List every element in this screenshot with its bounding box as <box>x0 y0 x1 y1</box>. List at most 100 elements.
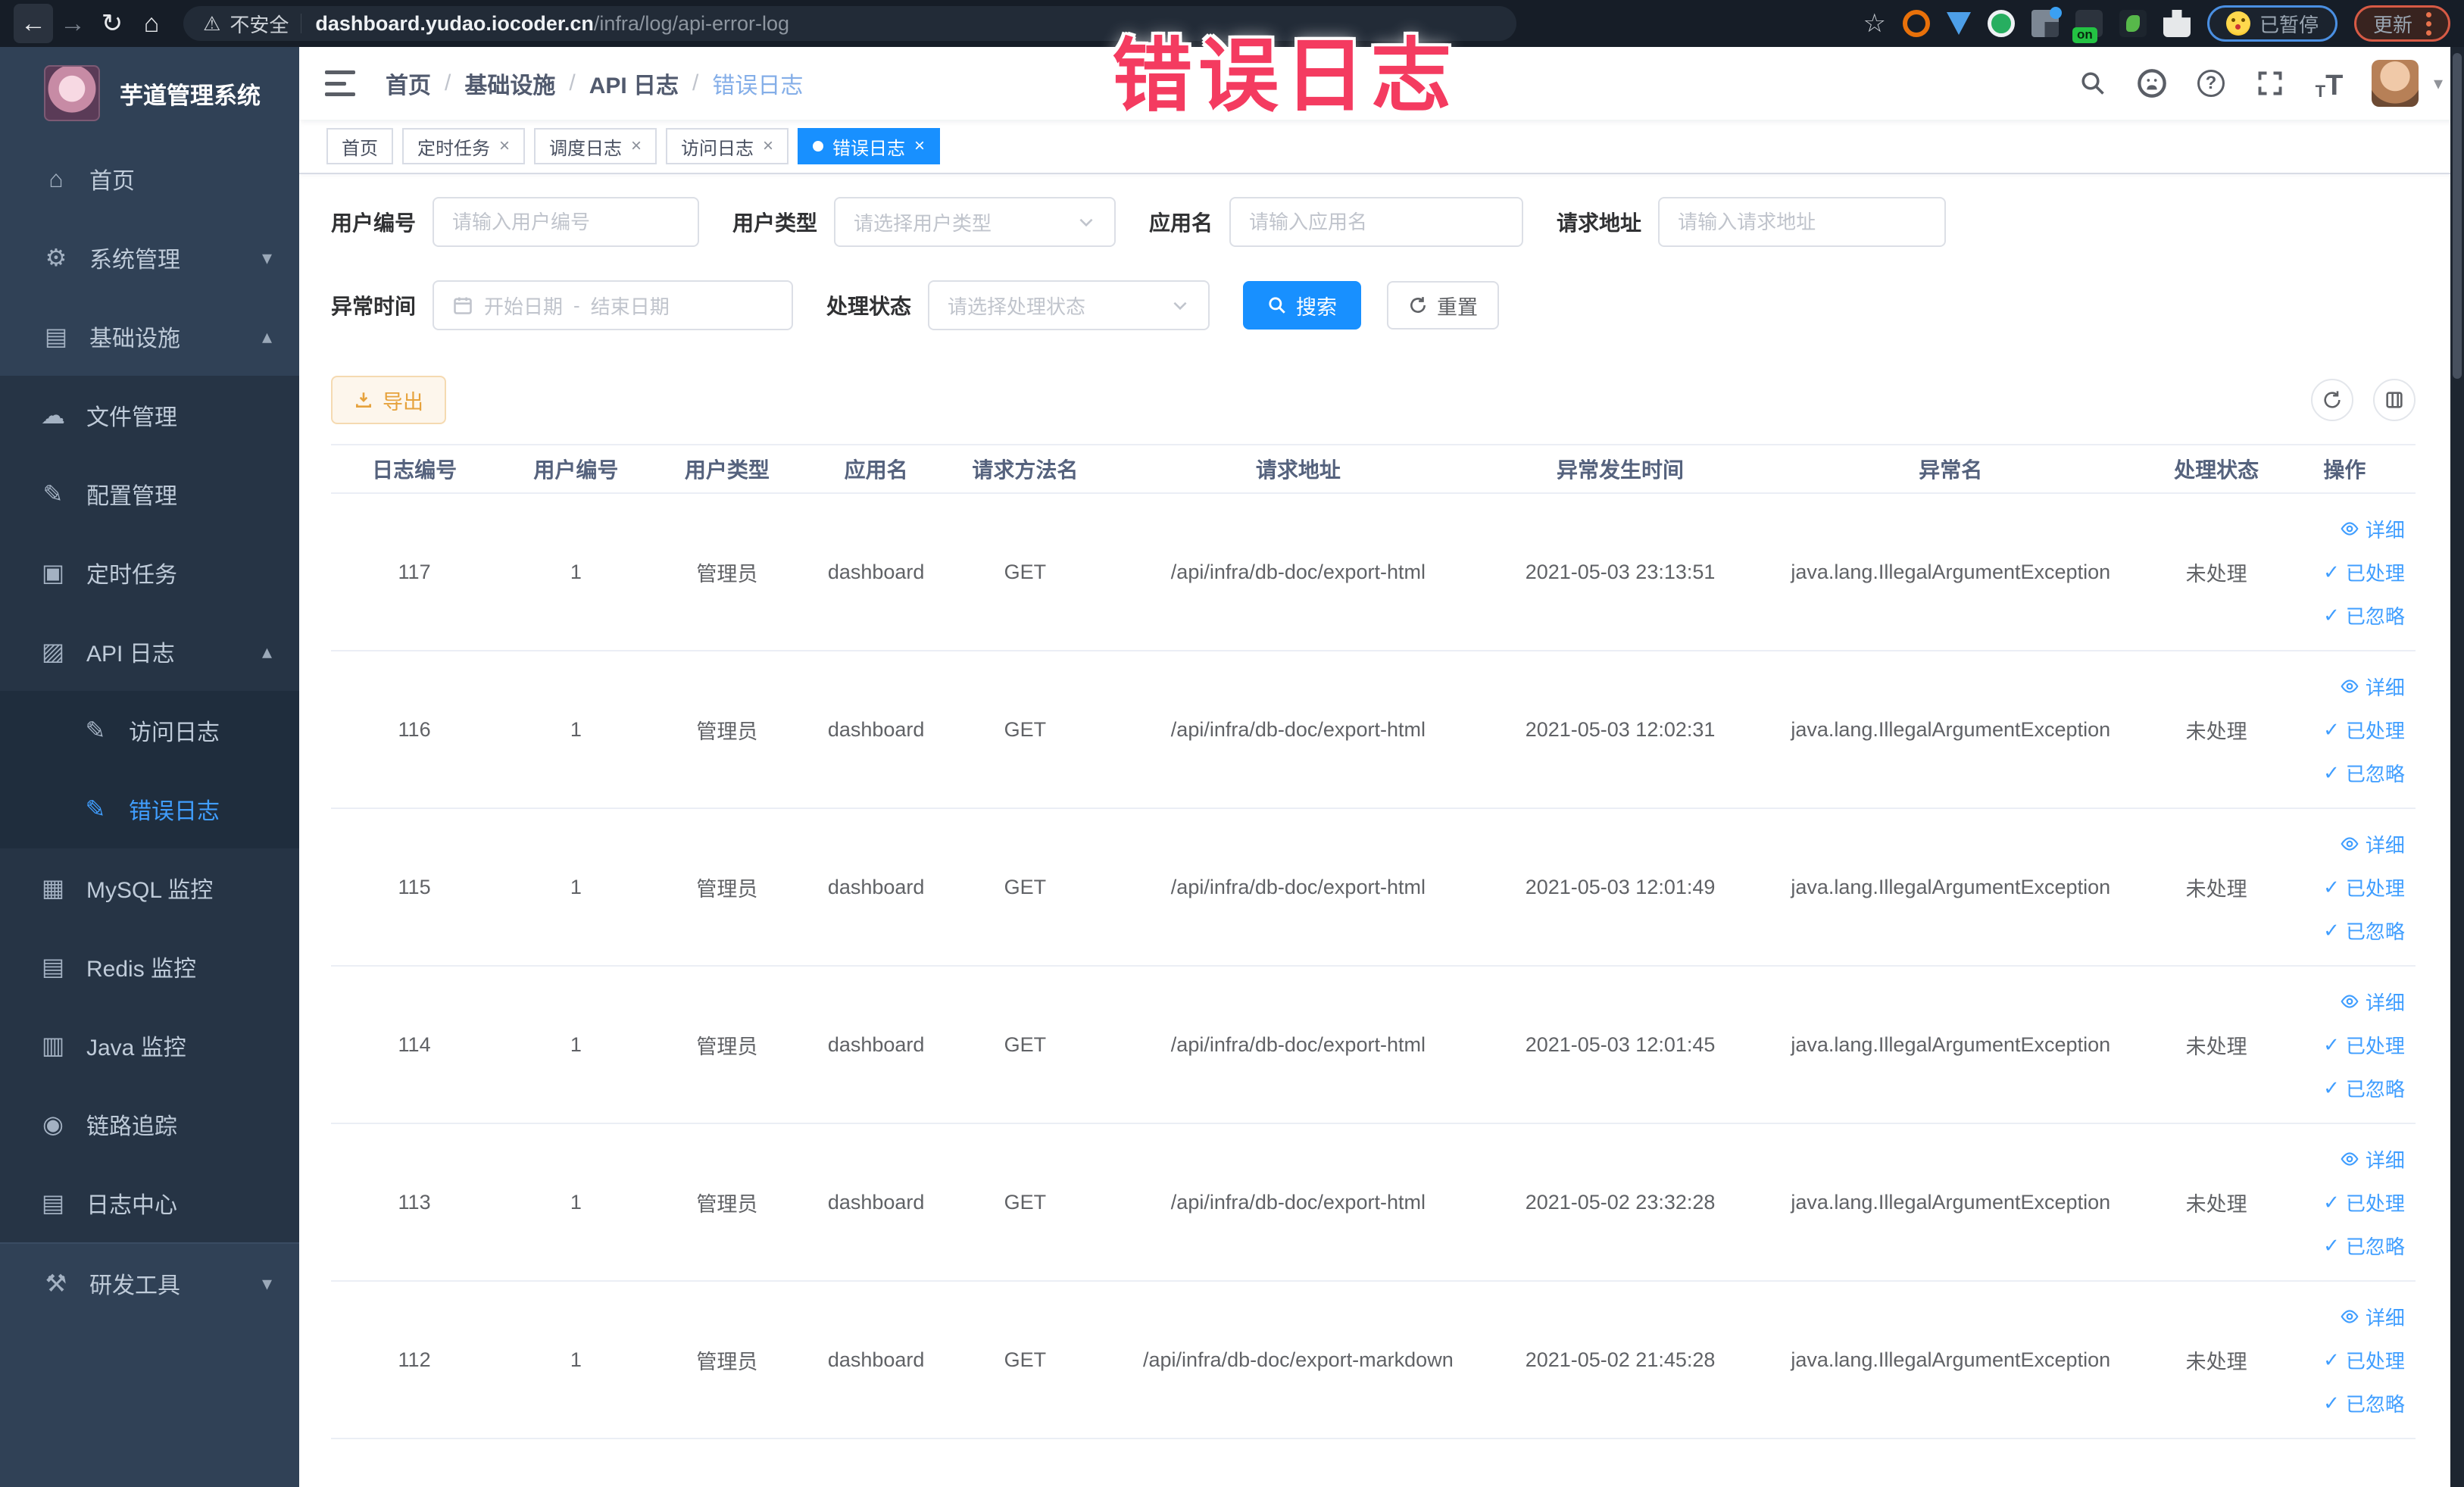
sidebar-item-config-manage[interactable]: ✎ 配置管理 <box>0 455 299 533</box>
close-icon[interactable]: × <box>763 136 773 157</box>
bookmark-star-icon[interactable]: ☆ <box>1863 8 1885 39</box>
sidebar-item-home[interactable]: ⌂ 首页 <box>0 139 299 218</box>
cell-exception: java.lang.IllegalArgumentException <box>1791 560 2111 583</box>
extension-grid-icon[interactable] <box>2031 7 2062 37</box>
cell-log-id: 113 <box>398 1190 431 1214</box>
eye-icon: ◉ <box>42 1111 64 1138</box>
sidebar-item-log-center[interactable]: ▤ 日志中心 <box>0 1164 299 1242</box>
browser-home-icon[interactable]: ⌂ <box>132 4 171 43</box>
process-status-select[interactable]: 请选择处理状态 <box>928 280 1210 330</box>
sidebar-item-trace[interactable]: ◉ 链路追踪 <box>0 1085 299 1164</box>
extensions-puzzle-icon[interactable] <box>2163 10 2191 37</box>
browser-back-icon[interactable]: ← <box>14 4 53 43</box>
mark-processed-link[interactable]: ✓ 已处理 <box>2323 1346 2405 1374</box>
export-button[interactable]: 导出 <box>331 376 446 424</box>
field-label: 应用名 <box>1149 211 1213 235</box>
browser-menu-icon[interactable] <box>2426 11 2431 36</box>
eye-icon <box>2341 679 2359 693</box>
extension-switch-icon[interactable]: on <box>2072 10 2103 43</box>
breadcrumb-api-log[interactable]: API 日志 <box>589 67 679 100</box>
scrollbar[interactable] <box>2450 47 2464 1487</box>
github-icon[interactable] <box>2135 67 2169 100</box>
cell-log-id: 112 <box>398 1348 431 1371</box>
range-separator: - <box>573 293 580 317</box>
font-size-icon[interactable]: TT <box>2313 67 2346 100</box>
user-id-input[interactable] <box>452 210 680 234</box>
sidebar-item-system[interactable]: ⚙ 系统管理 ▾ <box>0 218 299 297</box>
request-url-input[interactable] <box>1678 210 1927 234</box>
cell-actions: 详细 ✓ 已处理 ✓ 已忽略 <box>2274 982 2416 1108</box>
mark-ignored-link[interactable]: ✓ 已忽略 <box>2323 1074 2405 1102</box>
scrollbar-thumb[interactable] <box>2453 53 2462 379</box>
profile-paused-pill[interactable]: 已暂停 <box>2206 5 2338 42</box>
sidebar-item-api-log[interactable]: ▨ API 日志 ▴ <box>0 612 299 691</box>
browser-reload-icon[interactable]: ↻ <box>92 4 132 43</box>
extension-orange-icon[interactable] <box>1902 10 1930 37</box>
cell-user-id: 1 <box>570 1190 582 1214</box>
sidebar-item-file-manage[interactable]: ☁ 文件管理 <box>0 376 299 455</box>
tag-home[interactable]: 首页 <box>326 128 393 164</box>
avatar-caret-icon[interactable]: ▾ <box>2434 73 2443 95</box>
help-icon[interactable]: ? <box>2194 67 2228 100</box>
mark-processed-link[interactable]: ✓ 已处理 <box>2323 558 2405 586</box>
detail-link[interactable]: 详细 <box>2340 1303 2405 1331</box>
refresh-table-button[interactable] <box>2311 379 2353 421</box>
mark-ignored-link[interactable]: ✓ 已忽略 <box>2323 1389 2405 1417</box>
close-icon[interactable]: × <box>914 136 925 157</box>
table-row: 117 1 管理员 dashboard GET /api/infra/db-do… <box>331 494 2416 651</box>
sidebar-item-infra[interactable]: ▤ 基础设施 ▴ <box>0 297 299 376</box>
browser-forward-icon[interactable]: → <box>53 4 92 43</box>
extension-sprout-icon[interactable] <box>2119 10 2147 37</box>
profile-emoji-avatar <box>2225 11 2250 36</box>
detail-link[interactable]: 详细 <box>2340 515 2405 543</box>
column-settings-button[interactable] <box>2373 379 2416 421</box>
breadcrumb-home[interactable]: 首页 <box>386 67 431 100</box>
tag-scheduled-task[interactable]: 定时任务 × <box>402 128 526 164</box>
user-type-select[interactable]: 请选择用户类型 <box>834 197 1116 247</box>
close-icon[interactable]: × <box>499 136 510 157</box>
breadcrumb-infra[interactable]: 基础设施 <box>464 67 555 100</box>
sidebar-item-error-log[interactable]: ✎ 错误日志 <box>0 770 299 848</box>
app-logo-row[interactable]: 芋道管理系统 <box>0 47 299 139</box>
action-label: 详细 <box>2365 1148 2405 1172</box>
sidebar-item-java-monitor[interactable]: ▥ Java 监控 <box>0 1006 299 1085</box>
sidebar-item-dev-tools[interactable]: ⚒ 研发工具 ▾ <box>0 1244 299 1323</box>
tag-error-log[interactable]: 错误日志 × <box>798 128 941 164</box>
tags-view: 首页 定时任务 × 调度日志 × 访问日志 × 错误日志 × <box>299 120 2464 174</box>
fullscreen-icon[interactable] <box>2253 67 2287 100</box>
sidebar-item-mysql-monitor[interactable]: ▦ MySQL 监控 <box>0 848 299 927</box>
tag-access-log[interactable]: 访问日志 × <box>666 128 789 164</box>
reset-button[interactable]: 重置 <box>1387 281 1500 330</box>
tag-schedule-log[interactable]: 调度日志 × <box>534 128 657 164</box>
app-name-input[interactable] <box>1249 210 1504 234</box>
detail-link[interactable]: 详细 <box>2340 1145 2405 1173</box>
detail-link[interactable]: 详细 <box>2340 673 2405 701</box>
mark-ignored-link[interactable]: ✓ 已忽略 <box>2323 1232 2405 1260</box>
sidebar-item-redis-monitor[interactable]: ▤ Redis 监控 <box>0 927 299 1006</box>
sidebar-item-scheduled-task[interactable]: ▣ 定时任务 <box>0 533 299 612</box>
sidebar-item-access-log[interactable]: ✎ 访问日志 <box>0 691 299 770</box>
detail-link[interactable]: 详细 <box>2340 830 2405 858</box>
detail-link[interactable]: 详细 <box>2340 988 2405 1016</box>
mark-processed-link[interactable]: ✓ 已处理 <box>2323 1189 2405 1217</box>
mark-ignored-link[interactable]: ✓ 已忽略 <box>2323 917 2405 945</box>
mark-ignored-link[interactable]: ✓ 已忽略 <box>2323 601 2405 629</box>
chrome-update-button[interactable]: 更新 <box>2353 5 2450 42</box>
address-bar[interactable]: ⚠ 不安全 dashboard.yudao.iocoder.cn /infra/… <box>183 6 1516 41</box>
cell-url: /api/infra/db-doc/export-html <box>1170 875 1426 898</box>
collapse-menu-icon[interactable] <box>325 70 355 96</box>
cell-app: dashboard <box>827 1032 925 1056</box>
date-range-picker[interactable]: 开始日期 - 结束日期 <box>433 280 794 330</box>
extension-green-icon[interactable] <box>1987 10 2015 37</box>
app-title: 芋道管理系统 <box>120 82 261 109</box>
mark-processed-link[interactable]: ✓ 已处理 <box>2323 1031 2405 1059</box>
mark-processed-link[interactable]: ✓ 已处理 <box>2323 716 2405 744</box>
extension-shield-icon[interactable] <box>1946 12 1971 35</box>
mark-ignored-link[interactable]: ✓ 已忽略 <box>2323 759 2405 787</box>
mark-processed-link[interactable]: ✓ 已处理 <box>2323 873 2405 901</box>
user-avatar[interactable] <box>2371 60 2419 107</box>
search-icon[interactable] <box>2076 67 2110 100</box>
close-icon[interactable]: × <box>631 136 642 157</box>
field-label: 用户编号 <box>331 211 417 235</box>
search-button[interactable]: 搜索 <box>1243 281 1362 330</box>
